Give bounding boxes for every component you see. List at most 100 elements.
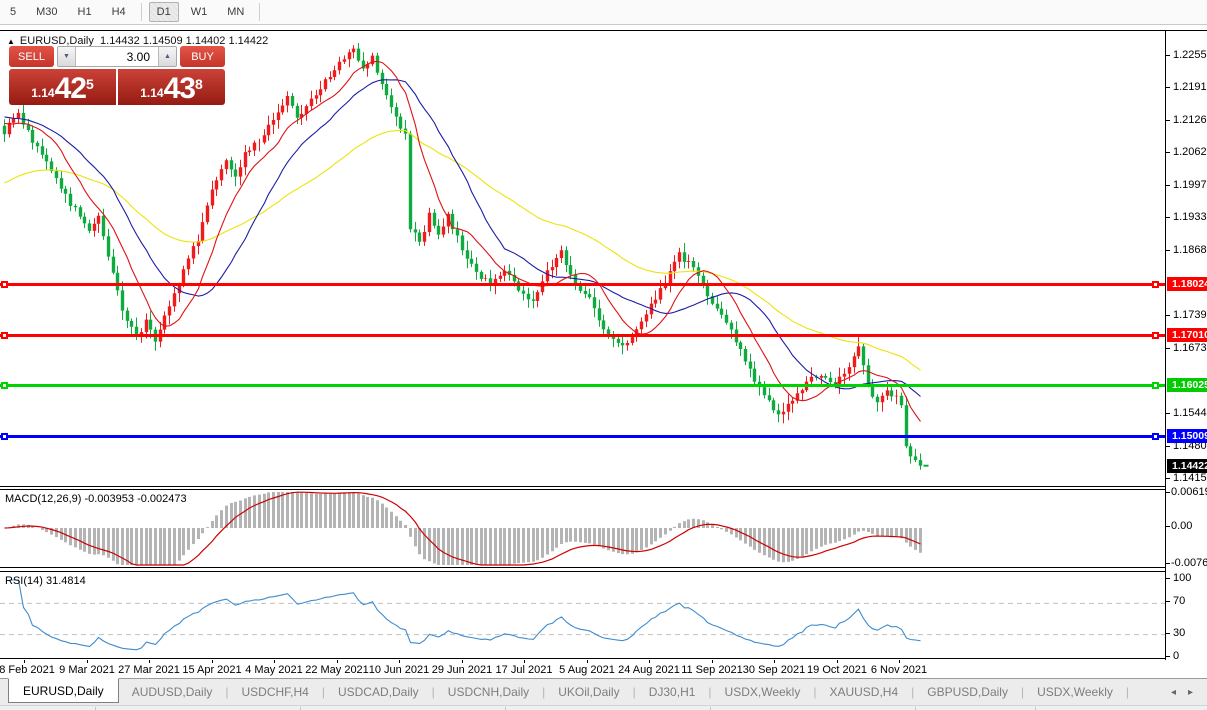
- buy-price-panel[interactable]: 1.14 43 8: [118, 69, 225, 105]
- price-tick-label: 1.21265: [1173, 114, 1207, 126]
- tick-mark: [1166, 348, 1170, 349]
- sell-price-panel[interactable]: 1.14 42 5: [9, 69, 116, 105]
- tab-scroll-left-icon[interactable]: ◂: [1171, 679, 1176, 706]
- price-axis[interactable]: 1.225551.219101.212651.206201.199751.193…: [1165, 31, 1207, 660]
- buy-price-pip: 8: [195, 69, 203, 99]
- volume-decrease-icon[interactable]: ▼: [58, 47, 75, 66]
- line-endpoint-marker[interactable]: [1152, 281, 1159, 288]
- sell-price-prefix: 1.14: [31, 83, 54, 103]
- date-tick: [837, 660, 838, 663]
- line-endpoint-marker[interactable]: [1, 382, 8, 389]
- tick-mark: [1166, 601, 1170, 602]
- date-tick: [712, 660, 713, 663]
- rsi-label: RSI(14) 31.4814: [5, 575, 86, 587]
- one-click-trading-panel: SELL ▼ ▲ BUY 1.14 42 5 1.14: [9, 46, 225, 105]
- rsi-tick-label: 30: [1173, 627, 1185, 639]
- timeframe-button-w1[interactable]: W1: [183, 2, 216, 22]
- date-label: 15 Apr 2021: [182, 664, 241, 676]
- timeframe-button-5[interactable]: 5: [2, 2, 24, 22]
- timeframe-toolbar: 5M30H1H4 D1W1MN: [0, 0, 1207, 25]
- date-tick: [587, 660, 588, 663]
- macd-tick-label: -0.007621: [1171, 557, 1207, 569]
- rsi-pane[interactable]: RSI(14) 31.4814: [0, 571, 1165, 659]
- rsi-tick-label: 0: [1173, 650, 1179, 662]
- macd-tick-label: 0.00: [1171, 520, 1192, 532]
- chart-tab-usdx-weekly[interactable]: USDX,Weekly: [712, 681, 814, 703]
- rsi-chart: [0, 572, 1165, 658]
- date-tick: [774, 660, 775, 663]
- date-label: 29 Jun 2021: [432, 664, 493, 676]
- price-line-label-1.14422: 1.14422: [1167, 459, 1207, 473]
- timeframe-button-d1[interactable]: D1: [149, 2, 179, 22]
- chart-area: ▲EURUSD,Daily 1.14432 1.14509 1.14402 1.…: [0, 30, 1207, 678]
- line-endpoint-marker[interactable]: [1152, 433, 1159, 440]
- line-bar: [0, 435, 1165, 438]
- tab-separator: |: [1126, 685, 1129, 699]
- buy-price-prefix: 1.14: [140, 83, 163, 103]
- timeframe-button-h4[interactable]: H4: [104, 2, 134, 22]
- date-label: 30 Sep 2021: [743, 664, 805, 676]
- rsi-tick-label: 100: [1173, 572, 1191, 584]
- line-endpoint-marker[interactable]: [1, 332, 8, 339]
- rsi-tick-label: 70: [1173, 595, 1185, 607]
- tab-scroll-right-icon[interactable]: ▸: [1188, 679, 1193, 706]
- buy-price-big: 43: [164, 75, 195, 103]
- price-tick-label: 1.22555: [1173, 49, 1207, 61]
- macd-pane[interactable]: MACD(12,26,9) -0.003953 -0.002473: [0, 489, 1165, 568]
- sell-price-big: 42: [55, 75, 86, 103]
- price-tick-label: 1.19330: [1173, 211, 1207, 223]
- collapse-panel-icon[interactable]: ▲: [7, 37, 15, 46]
- volume-increase-icon[interactable]: ▲: [159, 47, 176, 66]
- timeframe-button-mn[interactable]: MN: [219, 2, 252, 22]
- volume-stepper: ▼ ▲: [57, 46, 177, 67]
- line-endpoint-marker[interactable]: [1152, 332, 1159, 339]
- chart-tabs-bar: EURUSD,DailyAUDUSD,Daily|USDCHF,H4|USDCA…: [0, 678, 1207, 705]
- volume-input[interactable]: [75, 47, 159, 66]
- chart-tab-usdcnh-daily[interactable]: USDCNH,Daily: [435, 681, 542, 703]
- trading-terminal-window: 5M30H1H4D1W1MN ▲EURUSD,Daily 1.14432 1.1…: [0, 0, 1207, 710]
- date-axis[interactable]: 18 Feb 20219 Mar 202127 Mar 202115 Apr 2…: [0, 660, 1165, 679]
- price-line-label-1.15009: 1.15009: [1167, 429, 1207, 443]
- chart-tab-audusd-daily[interactable]: AUDUSD,Daily: [119, 681, 226, 703]
- tick-mark: [1166, 120, 1170, 121]
- chart-tab-xauusd-h4[interactable]: XAUUSD,H4: [816, 681, 911, 703]
- chart-tab-eurusd-daily[interactable]: EURUSD,Daily: [8, 678, 119, 703]
- status-strip: [0, 705, 1207, 710]
- tick-mark: [1166, 633, 1170, 634]
- sell-button[interactable]: SELL: [9, 46, 54, 67]
- timeframe-button-m30[interactable]: M30: [28, 2, 65, 22]
- chart-tab-usdchf-h4[interactable]: USDCHF,H4: [229, 681, 322, 703]
- line-endpoint-marker[interactable]: [1152, 382, 1159, 389]
- price-tick-label: 1.17395: [1173, 309, 1207, 321]
- chart-tab-gbpusd-daily[interactable]: GBPUSD,Daily: [914, 681, 1021, 703]
- date-tick: [899, 660, 900, 663]
- date-tick: [524, 660, 525, 663]
- price-tick-label: 1.16735: [1173, 342, 1207, 354]
- macd-tick-label: 0.006193: [1171, 486, 1207, 498]
- chart-tab-usdcad-daily[interactable]: USDCAD,Daily: [325, 681, 432, 703]
- date-label: 18 Feb 2021: [0, 664, 55, 676]
- line-endpoint-marker[interactable]: [1, 433, 8, 440]
- sell-price-pip: 5: [86, 69, 94, 99]
- chart-tab-usdx-weekly[interactable]: USDX,Weekly: [1024, 681, 1126, 703]
- tick-mark: [1166, 152, 1170, 153]
- tick-mark: [1166, 217, 1170, 218]
- tick-mark: [1166, 185, 1170, 186]
- date-tick: [274, 660, 275, 663]
- date-label: 5 Aug 2021: [559, 664, 615, 676]
- date-label: 24 Aug 2021: [618, 664, 680, 676]
- buy-button[interactable]: BUY: [180, 46, 225, 67]
- date-label: 22 May 2021: [305, 664, 369, 676]
- chart-tab-ukoil-daily[interactable]: UKOil,Daily: [545, 681, 632, 703]
- tick-mark: [1166, 55, 1170, 56]
- line-endpoint-marker[interactable]: [1, 281, 8, 288]
- price-chart-pane[interactable]: ▲EURUSD,Daily 1.14432 1.14509 1.14402 1.…: [0, 31, 1165, 487]
- price-tick-label: 1.21910: [1173, 81, 1207, 93]
- price-tick-label: 1.15445: [1173, 407, 1207, 419]
- date-label: 4 May 2021: [245, 664, 302, 676]
- toolbar-separator: [141, 3, 142, 21]
- timeframe-button-h1[interactable]: H1: [70, 2, 100, 22]
- date-tick: [87, 660, 88, 663]
- price-line-label-1.17010: 1.17010: [1167, 328, 1207, 342]
- chart-tab-dj30-h1[interactable]: DJ30,H1: [636, 681, 709, 703]
